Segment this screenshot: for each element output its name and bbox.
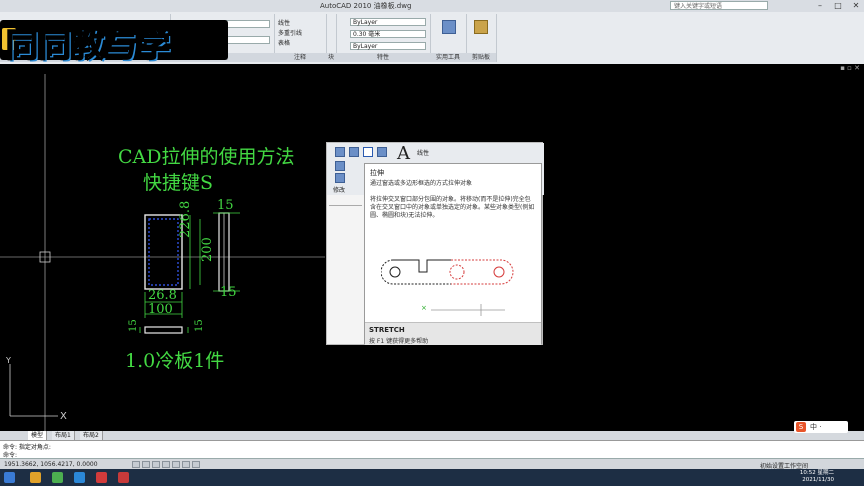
plate-outline	[144, 214, 183, 290]
media-icon[interactable]	[74, 472, 85, 483]
lineweight-toggle-icon[interactable]	[192, 461, 200, 468]
ribbon-group-label: 注释	[274, 53, 326, 62]
search-input[interactable]: 键入关键字或短语	[670, 1, 768, 10]
drawing-title: CAD拉伸的使用方法	[118, 146, 295, 168]
tooltip-group-label: 修改	[333, 187, 346, 194]
dim-right-15: 15	[220, 285, 237, 300]
ucs-y-label: Y	[6, 356, 11, 365]
layout-tabs: 模型 布局1 布局2	[0, 431, 864, 440]
copy-icon[interactable]	[377, 147, 387, 157]
tooltip-description: 将拉伸交叉窗口部分包围的对象。将移动(而不是拉伸)完全包含在交叉窗口中的对象或单…	[370, 196, 535, 219]
dim-left-15: 15	[128, 319, 139, 332]
canvas-control-bar: ▪ ▫ ✕	[0, 64, 864, 74]
ribbon-group-utilities: 实用工具	[430, 14, 467, 62]
tab-layout2[interactable]: 布局2	[80, 431, 103, 440]
maximize-icon[interactable]: □	[830, 0, 846, 12]
window-title: AutoCAD 2010 油橡板.dwg	[320, 2, 412, 10]
tooltip-title: 拉伸	[370, 169, 384, 177]
measure-icon[interactable]	[442, 20, 456, 34]
text-icon[interactable]: A	[397, 143, 410, 164]
watermark-text: 同同教与学	[5, 25, 172, 65]
ribbon-group-label: 特性	[336, 53, 430, 62]
osnap-toggle-icon[interactable]	[172, 461, 180, 468]
pencil-icon[interactable]	[335, 173, 345, 183]
rotate-icon[interactable]	[349, 147, 359, 157]
viewport-controls-icon[interactable]: ▪ ▫ ✕	[840, 64, 860, 72]
ribbon-group-label: 实用工具	[430, 53, 466, 62]
tooltip-panel: 拉伸 通过窗选或多边形框选的方式拉伸对象 将拉伸交叉窗口部分包围的对象。将移动(…	[364, 163, 542, 345]
tab-model[interactable]: 模型	[28, 431, 48, 440]
stretch-icon[interactable]	[363, 147, 373, 157]
svg-text:×: ×	[421, 304, 427, 312]
lineweight-dropdown[interactable]: 0.30 毫米	[350, 30, 426, 38]
folder-icon[interactable]	[30, 472, 41, 483]
stretch-tooltip: A 线性 修改 拉伸 通过窗选或多边形框选的方式拉伸对象 将拉伸交叉窗口部分包围…	[326, 142, 544, 345]
clock-time: 10:52 星期二	[799, 470, 834, 476]
ribbon-group-annotation: 线性 多重引线 表格 注释	[274, 14, 327, 62]
command-line[interactable]: 命令: 指定对角点: 命令:	[0, 440, 864, 459]
polar-toggle-icon[interactable]	[162, 461, 170, 468]
close-icon[interactable]: ✕	[848, 0, 864, 12]
ime-toolbar[interactable]: S 中 ·	[794, 421, 848, 433]
drawing-note: 1.0冷板1件	[125, 350, 225, 372]
linetype-dropdown[interactable]: ByLayer	[350, 42, 426, 50]
otrack-toggle-icon[interactable]	[182, 461, 190, 468]
edit-icon[interactable]	[335, 161, 345, 171]
multileader-button[interactable]: 多重引线	[278, 28, 302, 37]
selection-preview	[329, 197, 362, 206]
bottom-profile	[144, 326, 183, 334]
ime-logo-icon[interactable]: S	[796, 422, 806, 432]
stretch-illustration: ×	[381, 259, 514, 316]
dim-top-15: 15	[217, 198, 234, 213]
paste-icon[interactable]	[474, 20, 488, 34]
dim-26-8: 26.8	[148, 288, 177, 303]
dim-bottom-15: 15	[194, 319, 205, 332]
dim-100: 100	[148, 302, 173, 317]
ribbon-group-label: 剪贴板	[466, 53, 496, 62]
watermark-banner: 同同教与学	[0, 20, 228, 65]
clock[interactable]: 10:52 星期二 2021/11/30	[800, 470, 834, 484]
autocad-icon[interactable]	[96, 472, 107, 483]
tooltip-command-bar: STRETCH 按 F1 键获得更多帮助	[365, 322, 541, 345]
start-icon[interactable]	[4, 472, 15, 483]
tooltip-tool-text[interactable]: 线性	[417, 148, 429, 157]
app-icon[interactable]	[118, 472, 129, 483]
coordinate-readout: 1951.3662, 1056.4217, 0.0000	[4, 461, 98, 468]
ucs-x-label: X	[60, 411, 67, 422]
color-dropdown[interactable]: ByLayer	[350, 18, 426, 26]
ribbon-group-properties: ByLayer 0.30 毫米 ByLayer 特性	[336, 14, 431, 62]
ime-status-icon[interactable]: 中 ·	[810, 422, 821, 432]
browser-icon[interactable]	[52, 472, 63, 483]
dim-226-8: 226.8	[178, 200, 193, 238]
tooltip-subtitle: 通过窗选或多边形框选的方式拉伸对象	[370, 180, 473, 187]
drawing-subtitle: 快捷键S	[143, 172, 214, 194]
minimize-icon[interactable]: –	[812, 0, 828, 12]
tooltip-help: 按 F1 键获得更多帮助	[369, 338, 429, 345]
ribbon-group-label: 块	[326, 53, 336, 62]
ortho-toggle-icon[interactable]	[152, 461, 160, 468]
taskbar: 10:52 星期二 2021/11/30	[0, 469, 864, 486]
table-button[interactable]: 表格	[278, 38, 290, 47]
move-icon[interactable]	[335, 147, 345, 157]
grid-toggle-icon[interactable]	[142, 461, 150, 468]
tab-layout1[interactable]: 布局1	[52, 431, 75, 440]
tooltip-command: STRETCH	[369, 326, 405, 334]
plate-selection	[148, 218, 179, 286]
snap-toggle-icon[interactable]	[132, 461, 140, 468]
dim-200: 200	[200, 237, 215, 262]
linear-dim-button[interactable]: 线性	[278, 18, 290, 27]
ribbon-group-clipboard: 剪贴板	[466, 14, 497, 62]
clock-date: 2021/11/30	[802, 477, 834, 483]
